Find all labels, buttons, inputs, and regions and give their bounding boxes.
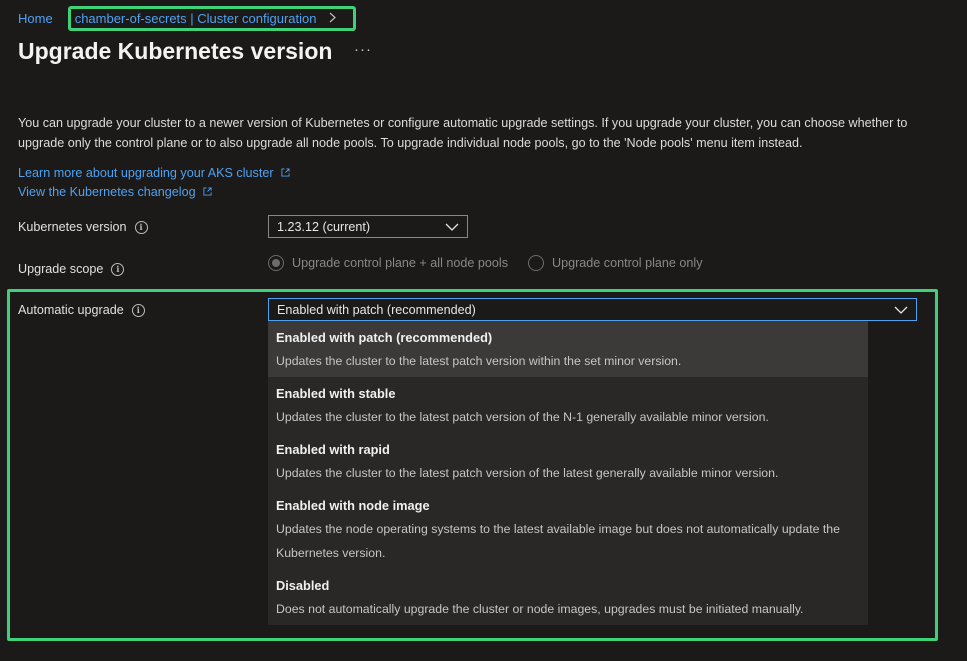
upgrade-scope-label: Upgrade scope i (18, 262, 125, 276)
page-description: You can upgrade your cluster to a newer … (18, 116, 908, 150)
breadcrumb-highlight-box (68, 6, 356, 31)
page-title: Upgrade Kubernetes version (18, 38, 333, 64)
kubernetes-version-label-text: Kubernetes version (18, 220, 127, 234)
option-description: Updates the cluster to the latest patch … (276, 410, 769, 424)
option-title: Enabled with rapid (276, 442, 390, 457)
automatic-upgrade-select[interactable]: Enabled with patch (recommended) (268, 298, 917, 321)
radio-label-all-node-pools: Upgrade control plane + all node pools (292, 256, 508, 270)
dropdown-option-rapid[interactable]: Enabled with rapid Updates the cluster t… (268, 433, 868, 489)
dropdown-option-patch[interactable]: Enabled with patch (recommended) Updates… (268, 321, 868, 377)
kubernetes-version-select[interactable]: 1.23.12 (current) (268, 215, 468, 238)
radio-control-plane-only[interactable] (528, 255, 544, 271)
dropdown-option-stable[interactable]: Enabled with stable Updates the cluster … (268, 377, 868, 433)
automatic-upgrade-value: Enabled with patch (recommended) (277, 302, 476, 317)
option-description: Updates the cluster to the latest patch … (276, 466, 779, 480)
help-links: Learn more about upgrading your AKS clus… (18, 164, 290, 202)
option-title: Disabled (276, 578, 330, 593)
external-link-icon (203, 187, 212, 196)
radio-label-control-plane-only: Upgrade control plane only (552, 256, 703, 270)
upgrade-scope-radio-group: Upgrade control plane + all node pools U… (268, 255, 703, 271)
option-title: Enabled with patch (recommended) (276, 330, 493, 345)
kubernetes-version-value: 1.23.12 (current) (277, 219, 371, 234)
chevron-down-icon (445, 223, 459, 231)
upgrade-scope-label-text: Upgrade scope (18, 262, 104, 276)
dropdown-option-node-image[interactable]: Enabled with node image Updates the node… (268, 489, 868, 569)
option-title: Enabled with node image (276, 498, 430, 513)
breadcrumb-home[interactable]: Home (18, 11, 53, 26)
automatic-upgrade-dropdown: Enabled with patch (recommended) Updates… (268, 321, 868, 625)
info-icon[interactable]: i (131, 303, 145, 317)
radio-control-plane-all-node-pools[interactable] (268, 255, 284, 271)
dropdown-option-disabled[interactable]: Disabled Does not automatically upgrade … (268, 569, 868, 625)
automatic-upgrade-label-text: Automatic upgrade (18, 303, 124, 317)
info-icon[interactable]: i (111, 262, 125, 276)
changelog-link[interactable]: View the Kubernetes changelog (18, 185, 196, 199)
option-description: Does not automatically upgrade the clust… (276, 602, 804, 616)
info-icon[interactable]: i (134, 220, 148, 234)
more-options-button[interactable]: ··· (354, 41, 372, 58)
option-title: Enabled with stable (276, 386, 396, 401)
kubernetes-version-label: Kubernetes version i (18, 220, 148, 234)
option-description: Updates the cluster to the latest patch … (276, 354, 682, 368)
automatic-upgrade-label: Automatic upgrade i (18, 303, 145, 317)
chevron-down-icon (894, 306, 908, 314)
option-description: Updates the node operating systems to th… (276, 522, 840, 560)
external-link-icon (281, 168, 290, 177)
learn-more-link[interactable]: Learn more about upgrading your AKS clus… (18, 166, 274, 180)
